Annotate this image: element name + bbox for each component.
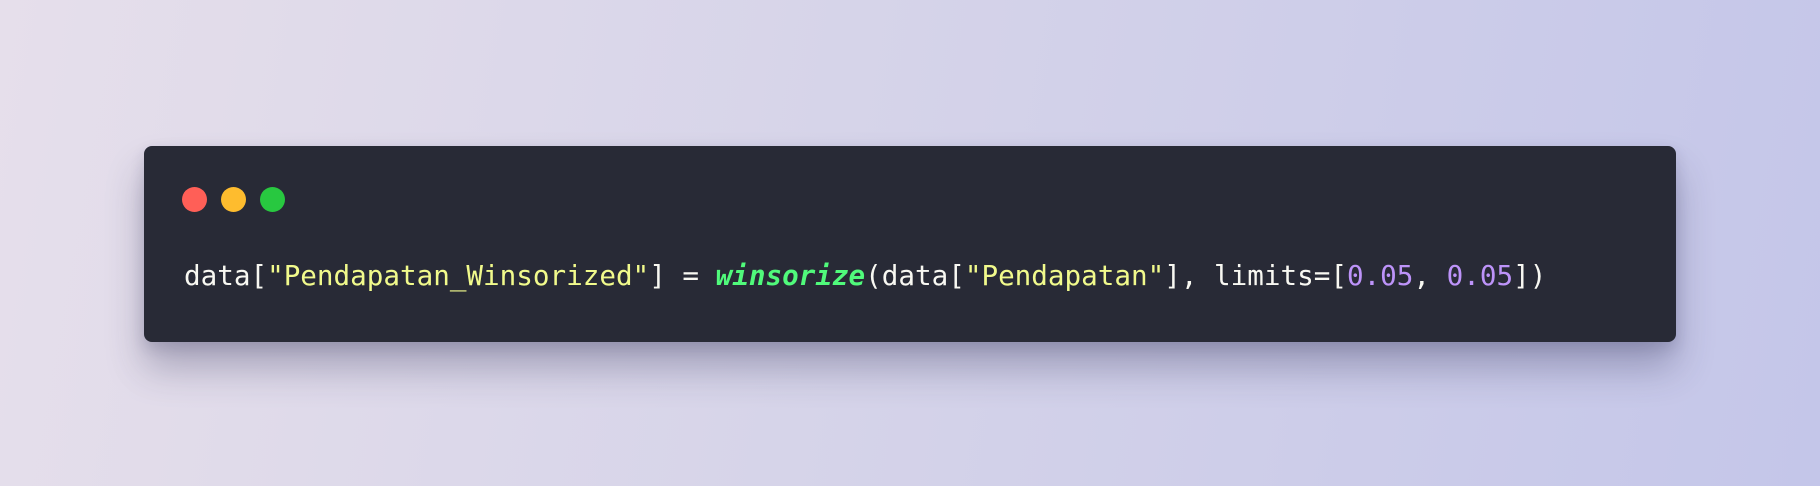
close-dot-icon[interactable] [182,187,207,212]
code-token-string: "Pendapatan_Winsorized" [267,259,650,292]
code-token: (data[ [865,259,965,292]
window-controls [182,187,285,212]
maximize-dot-icon[interactable] [260,187,285,212]
code-window: data["Pendapatan_Winsorized"] = winsoriz… [144,146,1676,342]
code-token-number: 0.05 [1446,259,1514,292]
code-token: ], limits=[ [1164,259,1347,292]
code-token: data[ [184,259,268,292]
code-token-number: 0.05 [1346,259,1414,292]
code-token-function: winsorize [715,259,866,292]
code-token-string: "Pendapatan" [964,259,1165,292]
minimize-dot-icon[interactable] [221,187,246,212]
code-block: data["Pendapatan_Winsorized"] = winsoriz… [184,256,1546,296]
code-token: ]) [1513,259,1547,292]
code-token: ] = [649,259,716,292]
code-token: , [1413,259,1447,292]
